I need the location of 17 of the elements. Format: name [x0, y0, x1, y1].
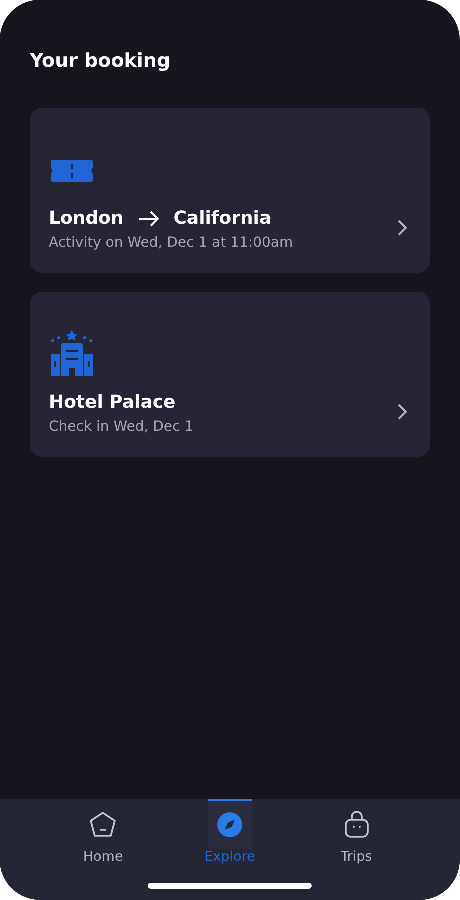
compass-icon — [216, 812, 243, 838]
booking-details: Activity on Wed, Dec 1 at 11:00am — [49, 235, 294, 251]
page-title: Your booking — [30, 50, 172, 72]
chevron-right-icon — [396, 219, 410, 237]
origin-city: London — [49, 208, 124, 229]
booking-card[interactable]: Hotel Palace Check in Wed, Dec 1 — [30, 292, 430, 457]
booking-details: Check in Wed, Dec 1 — [49, 419, 195, 435]
hotel-icon — [49, 328, 95, 378]
booking-card[interactable]: London California Activity on Wed, Dec 1 at 11:00am — [30, 108, 430, 273]
bag-icon — [344, 811, 370, 839]
chevron-right-icon — [396, 403, 410, 421]
arrow-icon — [138, 210, 160, 226]
hotel-name: Hotel Palace — [49, 392, 176, 413]
home-icon — [88, 811, 118, 839]
tab-item[interactable]: Trips — [314, 799, 399, 865]
tab-item[interactable]: Home — [61, 799, 146, 865]
destination-city: California — [174, 208, 272, 229]
